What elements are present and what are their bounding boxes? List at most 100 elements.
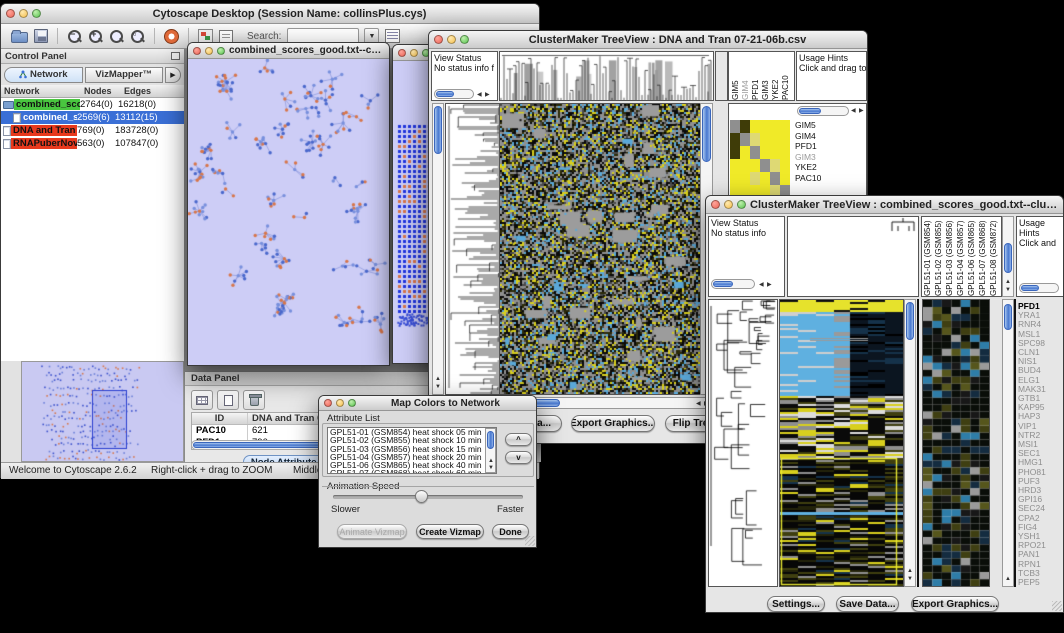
open-file-icon[interactable] [11, 32, 28, 43]
scroll-down-icon[interactable]: ▼ [435, 384, 441, 390]
matrix-cell[interactable] [760, 120, 770, 133]
matrix-cell[interactable] [740, 120, 750, 133]
main-titlebar[interactable]: Cytoscape Desktop (Session Name: collins… [1, 4, 539, 24]
close-icon[interactable] [324, 399, 332, 407]
scroll-down-icon[interactable]: ▼ [907, 576, 913, 582]
scroll-left-icon[interactable]: ◀ [477, 92, 482, 98]
attr-col-id[interactable]: ID [192, 413, 248, 424]
move-up-button[interactable]: ^ [505, 433, 532, 446]
tv1-gene-label[interactable]: GIM4 [795, 131, 821, 142]
tv1-row-dendrogram-canvas[interactable] [446, 104, 499, 394]
network-graph-canvas[interactable] [188, 59, 389, 365]
float-panel-icon[interactable] [171, 52, 180, 60]
minimize-icon[interactable] [447, 35, 456, 44]
scroll-up-icon[interactable]: ▲ [1005, 576, 1011, 582]
tv1-gene-label[interactable]: YKE2 [795, 162, 821, 173]
tv2-column-dendrogram-canvas[interactable] [788, 217, 918, 296]
matrix-cell[interactable] [770, 172, 780, 185]
tv2-row-dendrogram-canvas[interactable] [709, 300, 777, 586]
tv1-heatmap[interactable] [499, 103, 701, 395]
tv2-export-graphics-button[interactable]: Export Graphics... [911, 596, 999, 612]
col-header-edges[interactable]: Edges [121, 85, 184, 97]
network-row[interactable]: RNAPuberNov2+563(0)107847(0) [1, 137, 184, 150]
tv1-column-dendrogram-canvas[interactable] [500, 52, 713, 100]
birdseye-view[interactable] [21, 361, 184, 462]
matrix-cell[interactable] [730, 120, 740, 133]
tv1-heatmap-canvas[interactable] [500, 104, 700, 394]
scrollbar-thumb[interactable] [799, 108, 821, 114]
tv1-scroll-strip[interactable] [715, 51, 728, 101]
close-icon[interactable] [193, 47, 201, 55]
delete-attribute-button[interactable] [243, 390, 265, 410]
matrix-cell[interactable] [750, 146, 760, 159]
tv1-export-graphics-button[interactable]: Export Graphics... [571, 415, 655, 432]
scroll-left-icon[interactable]: ◀ [759, 282, 764, 288]
resize-grip[interactable] [1052, 601, 1062, 611]
tv2-save-data-button[interactable]: Save Data... [836, 596, 899, 612]
new-attribute-button[interactable] [217, 390, 239, 410]
matrix-cell[interactable] [780, 172, 790, 185]
zoom-window-icon[interactable] [348, 399, 356, 407]
done-button[interactable]: Done [492, 524, 529, 539]
zoom-window-icon[interactable] [737, 200, 746, 209]
matrix-cell[interactable] [780, 146, 790, 159]
scroll-down-icon[interactable]: ▼ [1005, 287, 1011, 293]
matrix-cell[interactable] [770, 133, 780, 146]
search-index-icon[interactable] [385, 29, 400, 43]
tv1-left-vscrollbar[interactable]: ▲ ▼ [432, 103, 444, 395]
tv1-gene-label[interactable]: GIM5 [795, 120, 821, 131]
tv2-usage-scrollbar[interactable] [1019, 283, 1059, 293]
scroll-up-icon[interactable]: ▲ [907, 568, 913, 574]
birdseye-canvas[interactable] [22, 362, 183, 461]
network-row[interactable]: DNA and Tran 07769(0)183728(0) [1, 124, 184, 137]
zoom-window-icon[interactable] [460, 35, 469, 44]
matrix-cell[interactable] [760, 133, 770, 146]
scrollbar-thumb[interactable] [713, 281, 733, 287]
zoom-window-icon[interactable] [217, 47, 225, 55]
matrix-cell[interactable] [770, 146, 780, 159]
matrix-cell[interactable] [760, 146, 770, 159]
tabs-overflow-arrow-icon[interactable]: ▶ [165, 67, 181, 83]
help-ring-icon[interactable] [164, 29, 179, 44]
matrix-cell[interactable] [730, 172, 740, 185]
scrollbar-thumb[interactable] [436, 91, 454, 97]
tv2-status-scrollbar[interactable] [711, 279, 755, 289]
tv2-top-vscrollbar[interactable]: ▲ ▼ [1002, 216, 1014, 297]
scroll-up-icon[interactable]: ▲ [488, 458, 494, 464]
scrollbar-thumb[interactable] [702, 106, 711, 162]
matrix-cell[interactable] [740, 172, 750, 185]
scroll-left-icon[interactable]: ◀ [851, 108, 856, 114]
tv1-row-dendrogram[interactable] [445, 103, 500, 395]
matrix-cell[interactable] [740, 146, 750, 159]
scrollbar-thumb[interactable] [487, 431, 494, 449]
scroll-up-icon[interactable]: ▲ [435, 376, 441, 382]
save-icon[interactable] [34, 29, 48, 43]
attribute-list-scrollbar[interactable]: ▲ ▼ [485, 428, 496, 473]
matrix-cell[interactable] [730, 133, 740, 146]
network-view-titlebar[interactable]: combined_scores_good.txt--cluste... [188, 43, 389, 59]
matrix-cell[interactable] [740, 159, 750, 172]
matrix-cell[interactable] [740, 133, 750, 146]
tv1-correlation-matrix[interactable] [730, 120, 790, 198]
attribute-list[interactable]: GPL51-01 (GSM854) heat shock 05 minGPL51… [327, 427, 497, 474]
matrix-cell[interactable] [760, 172, 770, 185]
scroll-right-icon[interactable]: ▶ [859, 108, 864, 114]
matrix-cell[interactable] [750, 159, 760, 172]
tv1-column-dendrogram[interactable] [499, 51, 714, 101]
attribute-select-button[interactable] [191, 390, 213, 410]
matrix-cell[interactable] [770, 159, 780, 172]
matrix-cell[interactable] [780, 159, 790, 172]
tv1-status-scrollbar[interactable] [434, 89, 474, 99]
tv2-mid-vscrollbar[interactable]: ▲ ▼ [904, 299, 916, 587]
animation-speed-slider[interactable] [333, 495, 523, 499]
matrix-cell[interactable] [730, 146, 740, 159]
tv2-zoom-heatmap[interactable] [922, 299, 990, 587]
vizmapper-icon[interactable] [198, 29, 213, 43]
minimize-icon[interactable] [724, 200, 733, 209]
tv1-summary-scrollbar[interactable] [797, 106, 849, 116]
tab-network[interactable]: Network [4, 67, 83, 83]
minimize-icon[interactable] [205, 47, 213, 55]
tv2-right-vscrollbar[interactable]: ▲ [1002, 299, 1014, 587]
tv2-heatmap[interactable] [779, 299, 904, 587]
minimize-icon[interactable] [410, 49, 418, 57]
